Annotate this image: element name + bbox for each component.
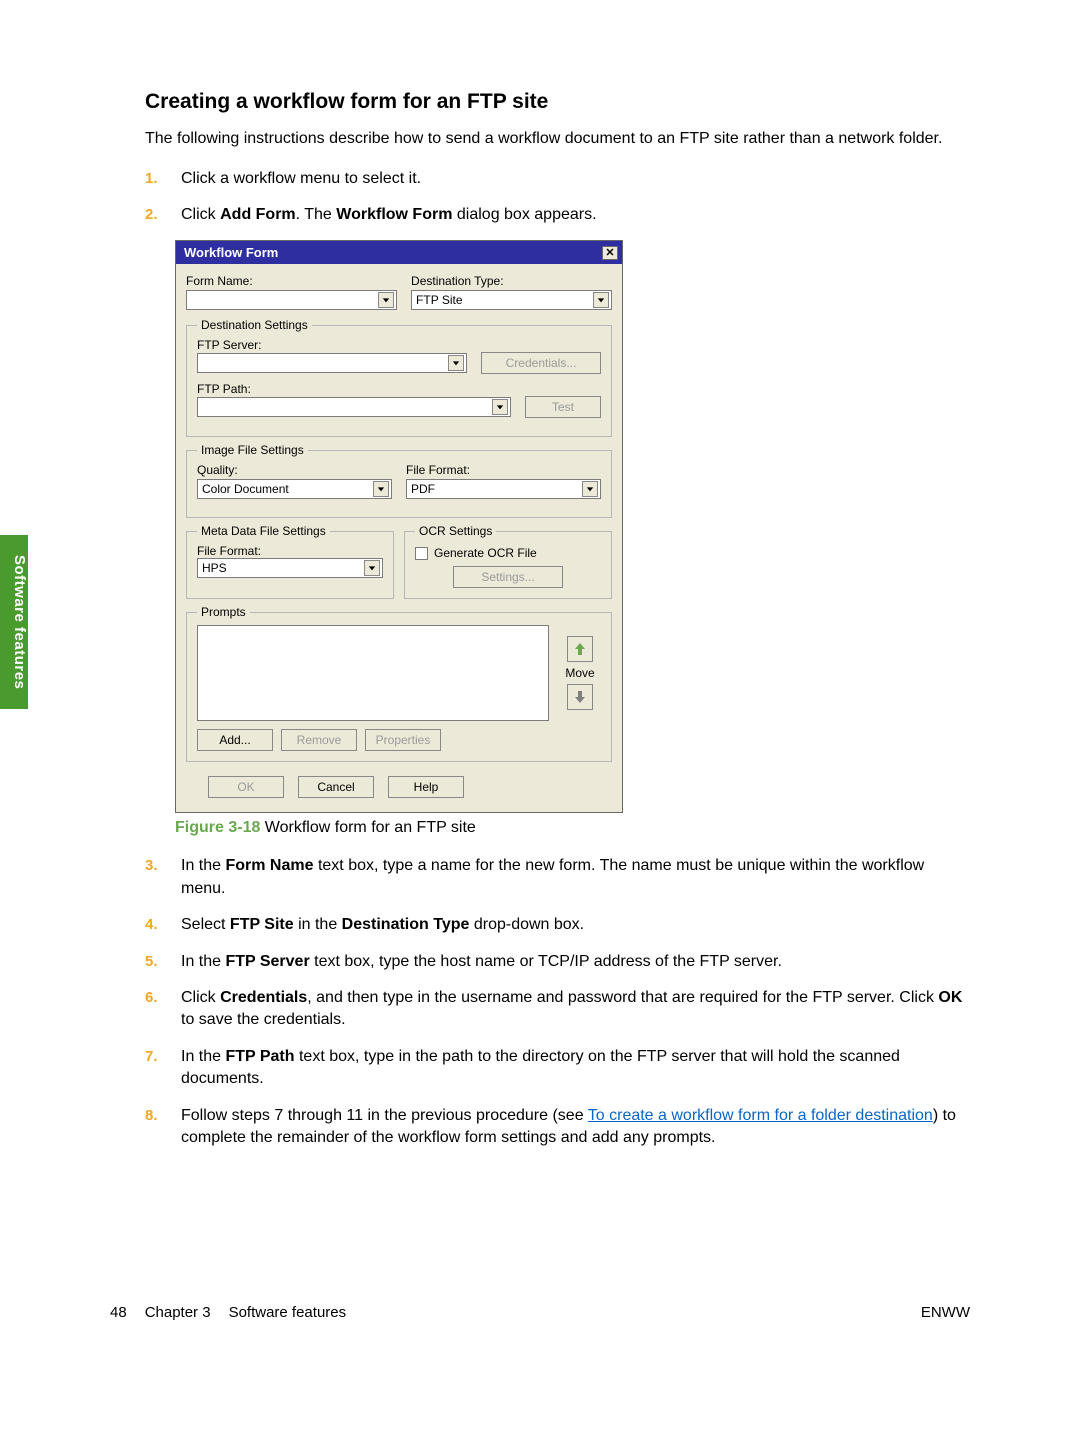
dialog-titlebar: Workflow Form ✕ — [176, 241, 622, 264]
chevron-down-icon — [593, 292, 609, 308]
workflow-form-dialog: Workflow Form ✕ Form Name: Destination T… — [175, 240, 623, 813]
dialog-title: Workflow Form — [184, 245, 278, 260]
ocr-settings-button[interactable]: Settings... — [453, 566, 563, 588]
move-down-button[interactable] — [567, 684, 593, 710]
step-number: 6. — [145, 987, 181, 1008]
prompts-listbox[interactable] — [197, 625, 549, 721]
step-number: 2. — [145, 204, 181, 225]
page-number: 48 — [110, 1304, 127, 1321]
step-text: In the FTP Server text box, type the hos… — [181, 951, 970, 973]
step-text: Click Add Form. The Workflow Form dialog… — [181, 204, 970, 226]
step-text: In the FTP Path text box, type in the pa… — [181, 1046, 970, 1091]
page-title: Creating a workflow form for an FTP site — [145, 90, 970, 114]
close-button[interactable]: ✕ — [602, 246, 618, 260]
chevron-down-icon — [492, 399, 508, 415]
chevron-down-icon — [582, 481, 598, 497]
close-icon: ✕ — [605, 246, 614, 259]
group-legend: Prompts — [197, 605, 250, 619]
ok-button[interactable]: OK — [208, 776, 284, 798]
steps-list-top: 1. Click a workflow menu to select it. 2… — [145, 168, 970, 227]
image-file-settings-group: Image File Settings Quality: Color Docum… — [186, 443, 612, 518]
test-button[interactable]: Test — [525, 396, 601, 418]
remove-button[interactable]: Remove — [281, 729, 357, 751]
screenshot-container: Workflow Form ✕ Form Name: Destination T… — [175, 240, 970, 813]
intro-text: The following instructions describe how … — [145, 128, 970, 150]
group-legend: OCR Settings — [415, 524, 496, 538]
group-legend: Image File Settings — [197, 443, 308, 457]
chapter-title: Software features — [229, 1304, 347, 1321]
quality-select[interactable]: Color Document — [197, 479, 392, 499]
quality-label: Quality: — [197, 463, 392, 477]
ftp-path-input[interactable] — [197, 397, 511, 417]
move-up-button[interactable] — [567, 636, 593, 662]
move-label: Move — [565, 666, 594, 680]
step-number: 5. — [145, 951, 181, 972]
meta-file-format-select[interactable]: HPS — [197, 558, 383, 578]
group-legend: Destination Settings — [197, 318, 312, 332]
form-name-input[interactable] — [186, 290, 397, 310]
step-number: 8. — [145, 1105, 181, 1126]
ftp-server-label: FTP Server: — [197, 338, 261, 352]
figure-caption: Figure 3-18 Workflow form for an FTP sit… — [175, 819, 970, 837]
page-footer: 48 Chapter 3 Software features ENWW — [0, 1304, 1080, 1321]
generate-ocr-label: Generate OCR File — [434, 546, 537, 560]
prompts-group: Prompts Move — [186, 605, 612, 762]
step-text: In the Form Name text box, type a name f… — [181, 855, 970, 900]
credentials-button[interactable]: Credentials... — [481, 352, 601, 374]
destination-settings-group: Destination Settings FTP Server: Credent… — [186, 318, 612, 437]
add-button[interactable]: Add... — [197, 729, 273, 751]
file-format-select[interactable]: PDF — [406, 479, 601, 499]
ocr-settings-group: OCR Settings Generate OCR File Settings.… — [404, 524, 612, 599]
arrow-up-icon — [574, 642, 586, 656]
destination-type-label: Destination Type: — [411, 274, 612, 288]
step-number: 7. — [145, 1046, 181, 1067]
ftp-path-label: FTP Path: — [197, 382, 251, 396]
step-text: Select FTP Site in the Destination Type … — [181, 914, 970, 936]
ftp-server-input[interactable] — [197, 353, 467, 373]
chapter-label: Chapter 3 — [145, 1304, 211, 1321]
step-text: Click Credentials, and then type in the … — [181, 987, 970, 1032]
properties-button[interactable]: Properties — [365, 729, 441, 751]
step-number: 4. — [145, 914, 181, 935]
chevron-down-icon — [448, 355, 464, 371]
meta-file-format-label: File Format: — [197, 544, 261, 558]
help-button[interactable]: Help — [388, 776, 464, 798]
chevron-down-icon — [364, 560, 380, 576]
generate-ocr-checkbox[interactable] — [415, 547, 428, 560]
group-legend: Meta Data File Settings — [197, 524, 330, 538]
page-content: Creating a workflow form for an FTP site… — [0, 0, 1080, 1149]
step-text: Follow steps 7 through 11 in the previou… — [181, 1105, 970, 1150]
cross-reference-link[interactable]: To create a workflow form for a folder d… — [588, 1107, 933, 1124]
arrow-down-icon — [574, 690, 586, 704]
step-text: Click a workflow menu to select it. — [181, 168, 970, 190]
destination-type-select[interactable]: FTP Site — [411, 290, 612, 310]
step-number: 3. — [145, 855, 181, 876]
step-number: 1. — [145, 168, 181, 189]
meta-data-group: Meta Data File Settings File Format: HPS — [186, 524, 394, 599]
footer-right: ENWW — [921, 1304, 970, 1321]
file-format-label: File Format: — [406, 463, 601, 477]
chevron-down-icon — [378, 292, 394, 308]
cancel-button[interactable]: Cancel — [298, 776, 374, 798]
chevron-down-icon — [373, 481, 389, 497]
form-name-label: Form Name: — [186, 274, 397, 288]
steps-list-bottom: 3. In the Form Name text box, type a nam… — [145, 855, 970, 1149]
